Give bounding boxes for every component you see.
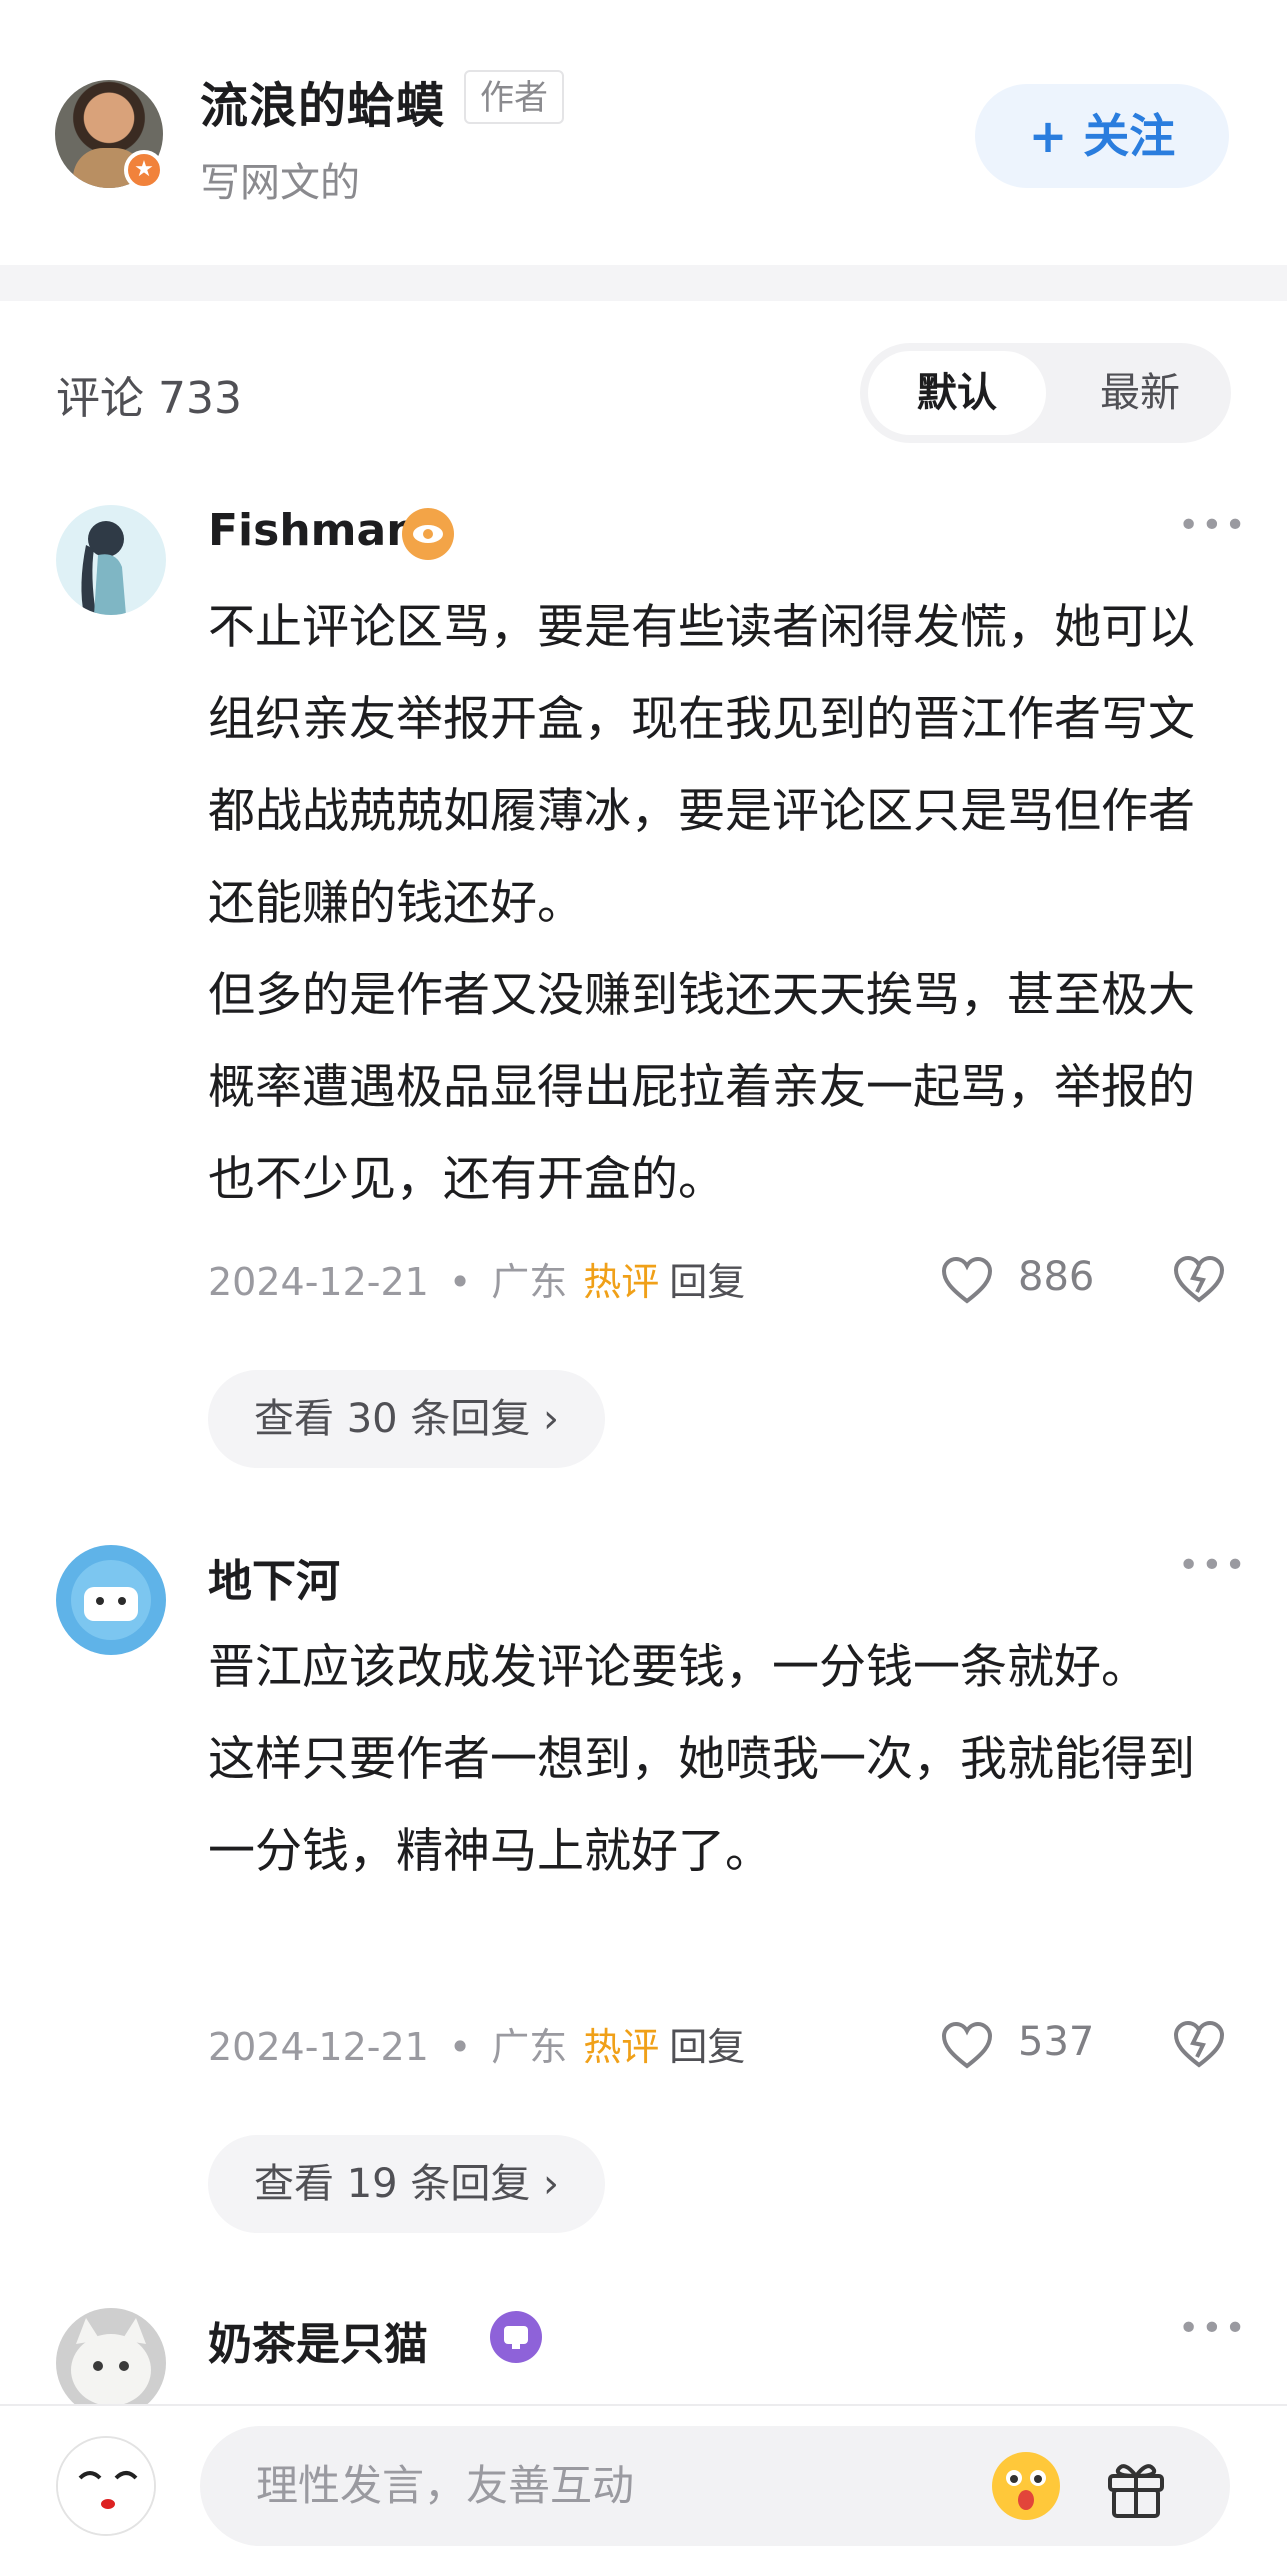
comment-avatar[interactable] bbox=[56, 505, 166, 615]
comment-date: 2024-12-21 bbox=[208, 1260, 429, 1304]
broken-heart-icon[interactable] bbox=[1172, 2017, 1226, 2071]
hot-comment-tag: 热评 bbox=[583, 2025, 660, 2069]
comment-paragraph: 晋江应该改成发评论要钱，一分钱一条就好。 bbox=[208, 1640, 1148, 1695]
view-replies-button[interactable]: 查看 30 条回复 › bbox=[208, 1370, 606, 1468]
comment-location: 广东 bbox=[491, 1260, 568, 1304]
my-avatar[interactable] bbox=[56, 2436, 156, 2536]
purple-badge-icon bbox=[490, 2311, 542, 2363]
emoji-icon[interactable] bbox=[988, 2448, 1064, 2524]
comment-input-placeholder: 理性发言，友善互动 bbox=[256, 2461, 635, 2510]
comment-input[interactable]: 理性发言，友善互动 bbox=[200, 2426, 1230, 2546]
more-options-icon[interactable]: ••• bbox=[1178, 2308, 1248, 2349]
verified-badge-icon: ★ bbox=[124, 150, 164, 190]
more-options-icon[interactable]: ••• bbox=[1178, 1545, 1248, 1586]
comment-avatar[interactable] bbox=[56, 2308, 166, 2418]
gift-icon[interactable] bbox=[1098, 2448, 1174, 2524]
comment-username[interactable]: Fishman bbox=[208, 505, 418, 556]
author-name[interactable]: 流浪的蛤蟆 bbox=[200, 66, 445, 136]
comment-avatar[interactable] bbox=[56, 1545, 166, 1655]
eye-badge-icon bbox=[402, 508, 454, 560]
author-bio: 写网文的 bbox=[200, 160, 360, 206]
comment-input-bar: 理性发言，友善互动 bbox=[0, 2404, 1287, 2562]
follow-button[interactable]: + 关注 bbox=[975, 84, 1229, 188]
comment-paragraph: 但多的是作者又没赚到钱还天天挨骂，甚至极大概率遭遇极品显得出屁拉着亲友一起骂，举… bbox=[208, 968, 1195, 1207]
view-replies-button[interactable]: 查看 19 条回复 › bbox=[208, 2135, 606, 2233]
like-count: 537 bbox=[1018, 2019, 1095, 2065]
comment-meta: 2024-12-21 • 广东 热评 回复 bbox=[208, 1252, 745, 1312]
sort-latest-tab[interactable]: 最新 bbox=[1060, 351, 1220, 435]
broken-heart-icon[interactable] bbox=[1172, 1252, 1226, 1306]
section-divider bbox=[0, 265, 1287, 301]
comment-paragraph: 这样只要作者一想到，她喷我一次，我就能得到一分钱，精神马上就好了。 bbox=[208, 1732, 1195, 1879]
comment-meta: 2024-12-21 • 广东 热评 回复 bbox=[208, 2017, 745, 2077]
like-count: 886 bbox=[1018, 1254, 1095, 1300]
reply-button[interactable]: 回复 bbox=[669, 1252, 745, 1312]
comment-username[interactable]: 奶茶是只猫 bbox=[208, 2308, 428, 2372]
comment-paragraph: 不止评论区骂，要是有些读者闲得发慌，她可以组织亲友举报开盒，现在我见到的晋江作者… bbox=[208, 600, 1195, 931]
heart-icon[interactable] bbox=[940, 1255, 994, 1305]
sort-default-tab[interactable]: 默认 bbox=[868, 351, 1046, 435]
comment-date: 2024-12-21 bbox=[208, 2025, 429, 2069]
comment-body: 不止评论区骂，要是有些读者闲得发慌，她可以组织亲友举报开盒，现在我见到的晋江作者… bbox=[208, 582, 1228, 1226]
author-tag: 作者 bbox=[464, 70, 564, 124]
heart-icon[interactable] bbox=[940, 2020, 994, 2070]
author-header: ★ 流浪的蛤蟆 作者 写网文的 + 关注 bbox=[0, 0, 1287, 262]
comment-username[interactable]: 地下河 bbox=[208, 1545, 340, 1609]
hot-comment-tag: 热评 bbox=[583, 1260, 660, 1304]
comments-count-title: 评论 733 bbox=[56, 373, 242, 424]
sort-toggle: 默认 最新 bbox=[860, 343, 1231, 443]
comment-body: 晋江应该改成发评论要钱，一分钱一条就好。 这样只要作者一想到，她喷我一次，我就能… bbox=[208, 1622, 1228, 1898]
more-options-icon[interactable]: ••• bbox=[1178, 505, 1248, 546]
reply-button[interactable]: 回复 bbox=[669, 2017, 745, 2077]
comment-location: 广东 bbox=[491, 2025, 568, 2069]
